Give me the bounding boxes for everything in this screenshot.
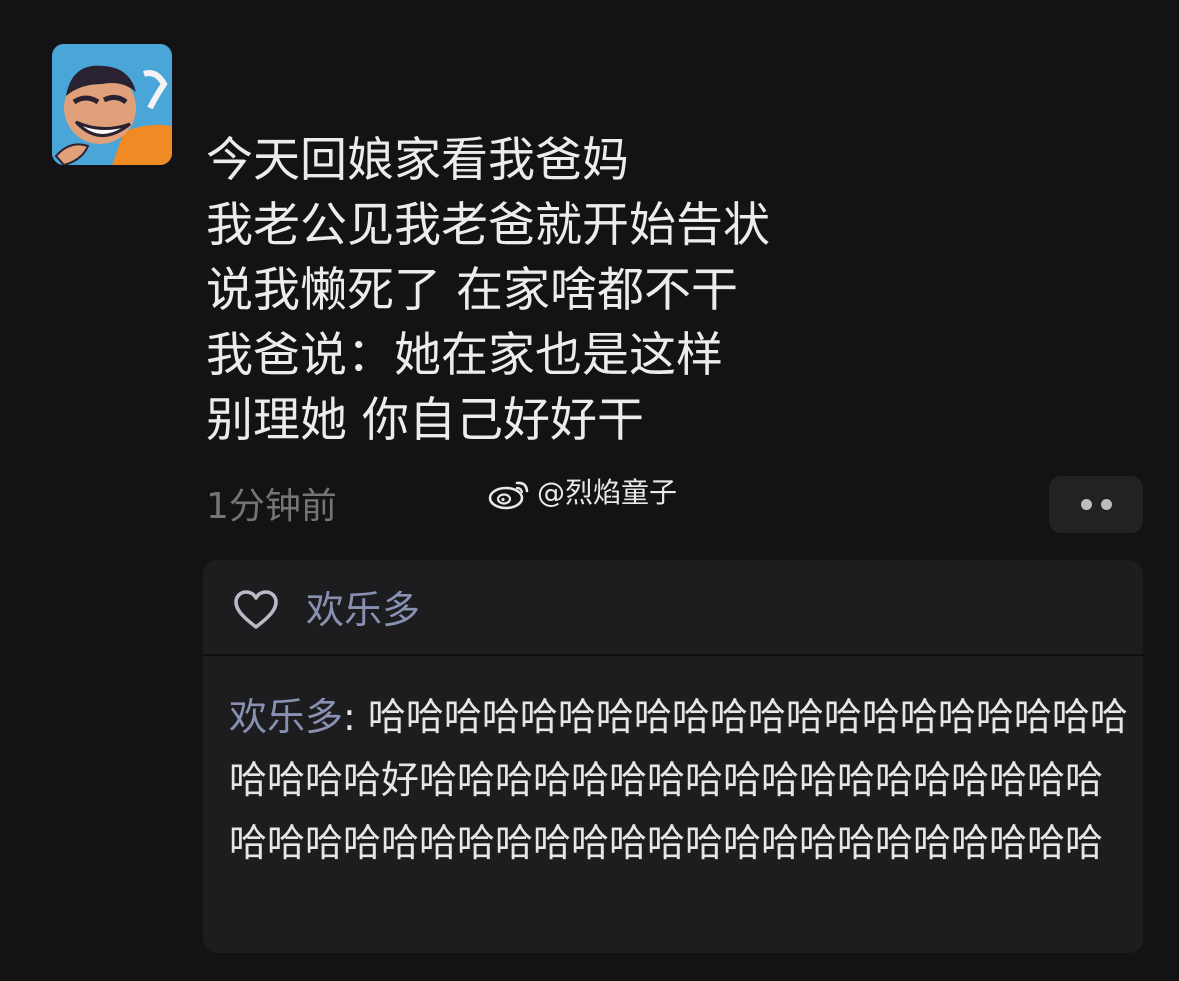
post-line: 我爸说：她在家也是这样 (206, 328, 723, 383)
post-line: 我老公见我老爸就开始告状 (206, 198, 770, 253)
comment-separator: : (343, 695, 368, 739)
weibo-logo-icon (488, 481, 529, 510)
comment-author-link[interactable]: 欢乐多 (229, 695, 343, 739)
more-options-button[interactable] (1049, 476, 1143, 533)
avatar-cartoon-icon (52, 44, 172, 165)
post-line: 别理她 你自己好好干 (206, 393, 644, 448)
post-content: 今天回娘家看我爸妈 我老公见我老爸就开始告状 说我懒死了 在家啥都不干 我爸说：… (206, 128, 1106, 453)
heart-icon[interactable] (233, 589, 279, 631)
more-dots-icon (1080, 499, 1092, 510)
avatar[interactable] (52, 44, 172, 165)
likes-row: 欢乐多 (233, 582, 420, 638)
post-timestamp: 1分钟前 (206, 486, 337, 527)
likes-comments-panel: 欢乐多 欢乐多: 哈哈哈哈哈哈哈哈哈哈哈哈哈哈哈哈哈哈哈哈哈哈哈哈好哈哈哈哈哈哈… (203, 560, 1143, 953)
watermark: @烈焰童子 (487, 475, 677, 511)
likes-user-link[interactable]: 欢乐多 (306, 585, 420, 635)
divider (203, 654, 1143, 656)
post-line: 今天回娘家看我爸妈 (206, 133, 629, 188)
post-line: 说我懒死了 在家啥都不干 (206, 263, 738, 318)
comment-item: 欢乐多: 哈哈哈哈哈哈哈哈哈哈哈哈哈哈哈哈哈哈哈哈哈哈哈哈好哈哈哈哈哈哈哈哈哈哈… (229, 686, 1139, 875)
watermark-text: @烈焰童子 (537, 476, 678, 509)
more-dots-icon (1100, 499, 1112, 510)
